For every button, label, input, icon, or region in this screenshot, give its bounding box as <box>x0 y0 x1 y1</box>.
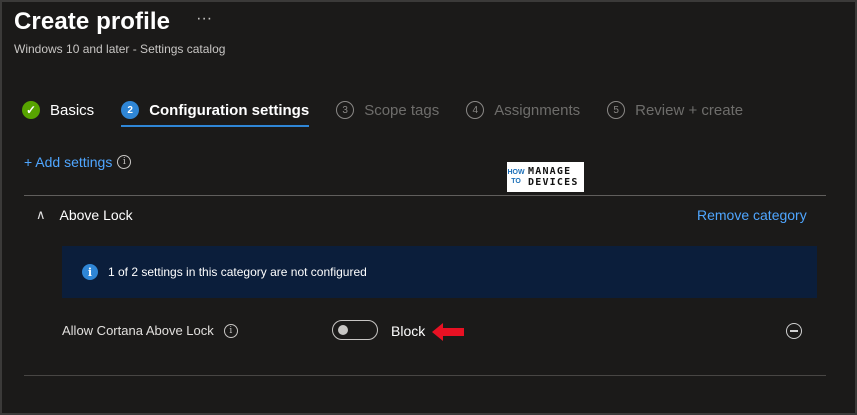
step-label: Scope tags <box>364 101 440 119</box>
remove-category-link[interactable]: Remove category <box>697 207 807 223</box>
category-title: Above Lock <box>59 207 133 223</box>
title-row: Create profile ··· <box>14 8 212 36</box>
step-number: 4 <box>466 101 485 119</box>
step-basics[interactable]: ✓ Basics <box>22 97 94 123</box>
block-toggle[interactable] <box>332 320 378 340</box>
more-options-button[interactable]: ··· <box>196 10 212 28</box>
logo-manage: MANAGE <box>528 166 572 177</box>
logo-to: TO <box>511 178 521 185</box>
step-number: 3 <box>336 101 355 119</box>
logo-left: HOW TO <box>507 162 525 192</box>
step-label: Review + create <box>635 101 744 119</box>
info-icon[interactable]: i <box>223 323 238 338</box>
step-assignments[interactable]: 4 Assignments <box>466 97 580 123</box>
chevron-up-icon[interactable]: ∧ <box>36 207 46 223</box>
category-header[interactable]: ∧ Above Lock <box>36 207 133 223</box>
toggle-knob <box>338 325 348 335</box>
logo-devices: DEVICES <box>528 177 579 188</box>
add-settings-label: + Add settings <box>24 154 113 170</box>
wizard-steps: ✓ Basics 2 Configuration settings 3 Scop… <box>22 97 770 127</box>
setting-row: Allow Cortana Above Lock i Block <box>62 320 822 344</box>
divider <box>24 375 826 376</box>
watermark-logo: HOW TO MANAGE DEVICES <box>507 162 584 192</box>
check-icon: ✓ <box>22 101 40 119</box>
info-icon: i <box>82 264 98 280</box>
info-banner: i 1 of 2 settings in this category are n… <box>62 246 817 298</box>
add-settings-link[interactable]: + Add settings i <box>24 154 132 170</box>
red-arrow-icon <box>432 323 464 341</box>
page-subtitle: Windows 10 and later - Settings catalog <box>14 42 226 56</box>
info-icon[interactable]: i <box>117 155 132 169</box>
step-review-create[interactable]: 5 Review + create <box>607 97 743 123</box>
remove-setting-icon[interactable] <box>786 323 802 339</box>
step-label: Configuration settings <box>149 101 310 119</box>
step-number: 5 <box>607 101 626 119</box>
page-title: Create profile <box>14 8 171 35</box>
step-configuration-settings[interactable]: 2 Configuration settings <box>121 97 310 127</box>
divider <box>24 195 826 196</box>
banner-text: 1 of 2 settings in this category are not… <box>108 265 367 279</box>
setting-label: Allow Cortana Above Lock i <box>62 323 238 338</box>
setting-label-text: Allow Cortana Above Lock <box>62 323 214 338</box>
logo-right: MANAGE DEVICES <box>525 162 584 192</box>
step-label: Assignments <box>494 101 581 119</box>
toggle-value-label: Block <box>391 323 426 339</box>
step-number: 2 <box>121 101 140 119</box>
logo-how: HOW <box>507 169 525 176</box>
app-frame: Create profile ··· Windows 10 and later … <box>0 0 857 415</box>
step-label: Basics <box>50 101 95 119</box>
step-scope-tags[interactable]: 3 Scope tags <box>336 97 439 123</box>
